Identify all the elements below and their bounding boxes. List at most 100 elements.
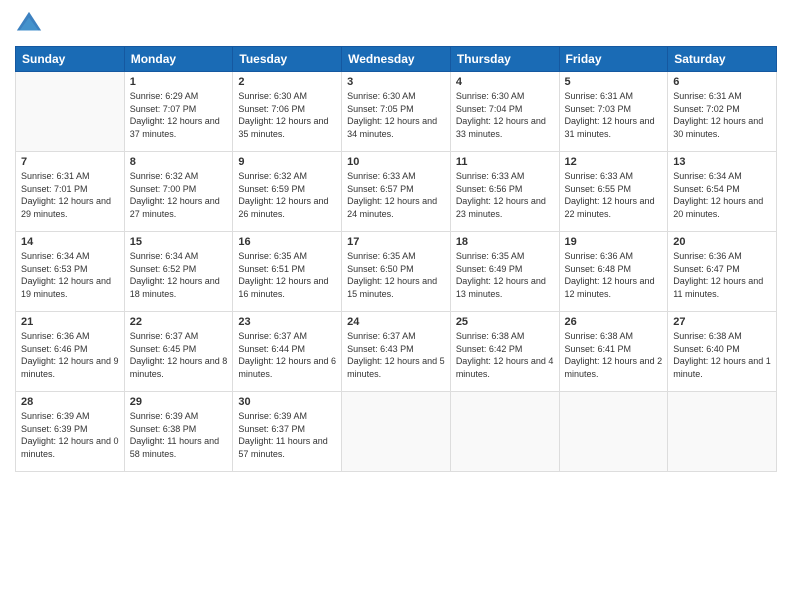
calendar-week-4: 21 Sunrise: 6:36 AMSunset: 6:46 PMDayligh… xyxy=(16,312,777,392)
day-number: 18 xyxy=(456,236,554,248)
day-number: 28 xyxy=(21,396,119,408)
weekday-header-saturday: Saturday xyxy=(668,47,777,72)
day-info: Sunrise: 6:39 AMSunset: 6:39 PMDaylight:… xyxy=(21,410,119,460)
calendar-cell: 10Sunrise: 6:33 AMSunset: 6:57 PMDayligh… xyxy=(342,152,451,232)
day-number: 17 xyxy=(347,236,445,248)
day-info: Sunrise: 6:29 AMSunset: 7:07 PMDaylight:… xyxy=(130,90,228,140)
calendar-cell: 29 Sunrise: 6:39 AMSunset: 6:38 PMDayligh… xyxy=(124,392,233,472)
calendar-cell: 17 Sunrise: 6:35 AMSunset: 6:50 PMDayligh… xyxy=(342,232,451,312)
day-info: Sunrise: 6:35 AMSunset: 6:49 PMDaylight:… xyxy=(456,250,554,300)
calendar-cell xyxy=(16,72,125,152)
day-info: Sunrise: 6:35 AMSunset: 6:50 PMDaylight:… xyxy=(347,250,445,300)
day-info: Sunrise: 6:30 AMSunset: 7:05 PMDaylight:… xyxy=(347,90,445,140)
day-info: Sunrise: 6:33 AMSunset: 6:57 PMDaylight:… xyxy=(347,170,445,220)
calendar-cell: 19 Sunrise: 6:36 AMSunset: 6:48 PMDayligh… xyxy=(559,232,668,312)
day-number: 21 xyxy=(21,316,119,328)
day-number: 16 xyxy=(238,236,336,248)
calendar-cell: 12 Sunrise: 6:33 AMSunset: 6:55 PMDayligh… xyxy=(559,152,668,232)
weekday-header-row: SundayMondayTuesdayWednesdayThursdayFrid… xyxy=(16,47,777,72)
day-info: Sunrise: 6:37 AMSunset: 6:45 PMDaylight:… xyxy=(130,330,228,380)
calendar-cell: 22Sunrise: 6:37 AMSunset: 6:45 PMDayligh… xyxy=(124,312,233,392)
day-info: Sunrise: 6:34 AMSunset: 6:53 PMDaylight:… xyxy=(21,250,119,300)
day-number: 8 xyxy=(130,156,228,168)
day-number: 14 xyxy=(21,236,119,248)
day-number: 5 xyxy=(565,76,663,88)
calendar-cell: 7 Sunrise: 6:31 AMSunset: 7:01 PMDaylight… xyxy=(16,152,125,232)
weekday-header-thursday: Thursday xyxy=(450,47,559,72)
calendar-week-5: 28 Sunrise: 6:39 AMSunset: 6:39 PMDayligh… xyxy=(16,392,777,472)
calendar-week-2: 7 Sunrise: 6:31 AMSunset: 7:01 PMDaylight… xyxy=(16,152,777,232)
day-number: 9 xyxy=(238,156,336,168)
day-number: 1 xyxy=(130,76,228,88)
day-number: 3 xyxy=(347,76,445,88)
day-number: 25 xyxy=(456,316,554,328)
day-info: Sunrise: 6:33 AMSunset: 6:56 PMDaylight:… xyxy=(456,170,554,220)
calendar-cell: 30 Sunrise: 6:39 AMSunset: 6:37 PMDayligh… xyxy=(233,392,342,472)
day-info: Sunrise: 6:39 AMSunset: 6:38 PMDaylight:… xyxy=(130,410,228,460)
day-info: Sunrise: 6:38 AMSunset: 6:41 PMDaylight:… xyxy=(565,330,663,380)
day-info: Sunrise: 6:30 AMSunset: 7:06 PMDaylight:… xyxy=(238,90,336,140)
logo-icon xyxy=(15,10,43,38)
header xyxy=(15,10,777,38)
calendar-cell: 27 Sunrise: 6:38 AMSunset: 6:40 PMDayligh… xyxy=(668,312,777,392)
day-info: Sunrise: 6:36 AMSunset: 6:48 PMDaylight:… xyxy=(565,250,663,300)
calendar-cell: 16 Sunrise: 6:35 AMSunset: 6:51 PMDayligh… xyxy=(233,232,342,312)
calendar-cell: 13Sunrise: 6:34 AMSunset: 6:54 PMDayligh… xyxy=(668,152,777,232)
day-number: 13 xyxy=(673,156,771,168)
calendar-cell xyxy=(342,392,451,472)
day-number: 19 xyxy=(565,236,663,248)
logo xyxy=(15,10,47,38)
day-info: Sunrise: 6:33 AMSunset: 6:55 PMDaylight:… xyxy=(565,170,663,220)
day-number: 2 xyxy=(238,76,336,88)
calendar-cell: 18 Sunrise: 6:35 AMSunset: 6:49 PMDayligh… xyxy=(450,232,559,312)
calendar-cell: 4Sunrise: 6:30 AMSunset: 7:04 PMDaylight… xyxy=(450,72,559,152)
calendar-cell: 14 Sunrise: 6:34 AMSunset: 6:53 PMDayligh… xyxy=(16,232,125,312)
calendar-cell: 11 Sunrise: 6:33 AMSunset: 6:56 PMDayligh… xyxy=(450,152,559,232)
day-info: Sunrise: 6:38 AMSunset: 6:40 PMDaylight:… xyxy=(673,330,771,380)
page: SundayMondayTuesdayWednesdayThursdayFrid… xyxy=(0,0,792,612)
day-info: Sunrise: 6:35 AMSunset: 6:51 PMDaylight:… xyxy=(238,250,336,300)
day-info: Sunrise: 6:31 AMSunset: 7:02 PMDaylight:… xyxy=(673,90,771,140)
calendar-table: SundayMondayTuesdayWednesdayThursdayFrid… xyxy=(15,46,777,472)
calendar-cell: 24 Sunrise: 6:37 AMSunset: 6:43 PMDayligh… xyxy=(342,312,451,392)
calendar-cell: 3 Sunrise: 6:30 AMSunset: 7:05 PMDaylight… xyxy=(342,72,451,152)
day-info: Sunrise: 6:30 AMSunset: 7:04 PMDaylight:… xyxy=(456,90,554,140)
day-number: 27 xyxy=(673,316,771,328)
day-number: 30 xyxy=(238,396,336,408)
day-number: 6 xyxy=(673,76,771,88)
calendar-cell xyxy=(668,392,777,472)
calendar-cell: 8 Sunrise: 6:32 AMSunset: 7:00 PMDaylight… xyxy=(124,152,233,232)
calendar-cell: 2 Sunrise: 6:30 AMSunset: 7:06 PMDaylight… xyxy=(233,72,342,152)
day-number: 23 xyxy=(238,316,336,328)
day-number: 11 xyxy=(456,156,554,168)
calendar-week-1: 1 Sunrise: 6:29 AMSunset: 7:07 PMDaylight… xyxy=(16,72,777,152)
calendar-cell: 21 Sunrise: 6:36 AMSunset: 6:46 PMDayligh… xyxy=(16,312,125,392)
day-info: Sunrise: 6:38 AMSunset: 6:42 PMDaylight:… xyxy=(456,330,554,380)
calendar-cell: 28 Sunrise: 6:39 AMSunset: 6:39 PMDayligh… xyxy=(16,392,125,472)
day-info: Sunrise: 6:36 AMSunset: 6:47 PMDaylight:… xyxy=(673,250,771,300)
calendar-week-3: 14 Sunrise: 6:34 AMSunset: 6:53 PMDayligh… xyxy=(16,232,777,312)
day-info: Sunrise: 6:31 AMSunset: 7:01 PMDaylight:… xyxy=(21,170,119,220)
day-info: Sunrise: 6:34 AMSunset: 6:52 PMDaylight:… xyxy=(130,250,228,300)
day-number: 12 xyxy=(565,156,663,168)
calendar-cell: 20 Sunrise: 6:36 AMSunset: 6:47 PMDayligh… xyxy=(668,232,777,312)
day-info: Sunrise: 6:32 AMSunset: 6:59 PMDaylight:… xyxy=(238,170,336,220)
day-number: 24 xyxy=(347,316,445,328)
calendar-cell: 5Sunrise: 6:31 AMSunset: 7:03 PMDaylight… xyxy=(559,72,668,152)
day-number: 29 xyxy=(130,396,228,408)
calendar-cell: 25 Sunrise: 6:38 AMSunset: 6:42 PMDayligh… xyxy=(450,312,559,392)
weekday-header-monday: Monday xyxy=(124,47,233,72)
calendar-cell: 6 Sunrise: 6:31 AMSunset: 7:02 PMDaylight… xyxy=(668,72,777,152)
day-info: Sunrise: 6:37 AMSunset: 6:44 PMDaylight:… xyxy=(238,330,336,380)
calendar-cell: 1 Sunrise: 6:29 AMSunset: 7:07 PMDaylight… xyxy=(124,72,233,152)
day-number: 7 xyxy=(21,156,119,168)
day-info: Sunrise: 6:36 AMSunset: 6:46 PMDaylight:… xyxy=(21,330,119,380)
weekday-header-sunday: Sunday xyxy=(16,47,125,72)
day-info: Sunrise: 6:32 AMSunset: 7:00 PMDaylight:… xyxy=(130,170,228,220)
day-info: Sunrise: 6:39 AMSunset: 6:37 PMDaylight:… xyxy=(238,410,336,460)
calendar-cell: 15Sunrise: 6:34 AMSunset: 6:52 PMDayligh… xyxy=(124,232,233,312)
day-number: 26 xyxy=(565,316,663,328)
day-number: 20 xyxy=(673,236,771,248)
day-info: Sunrise: 6:37 AMSunset: 6:43 PMDaylight:… xyxy=(347,330,445,380)
calendar-cell: 23 Sunrise: 6:37 AMSunset: 6:44 PMDayligh… xyxy=(233,312,342,392)
